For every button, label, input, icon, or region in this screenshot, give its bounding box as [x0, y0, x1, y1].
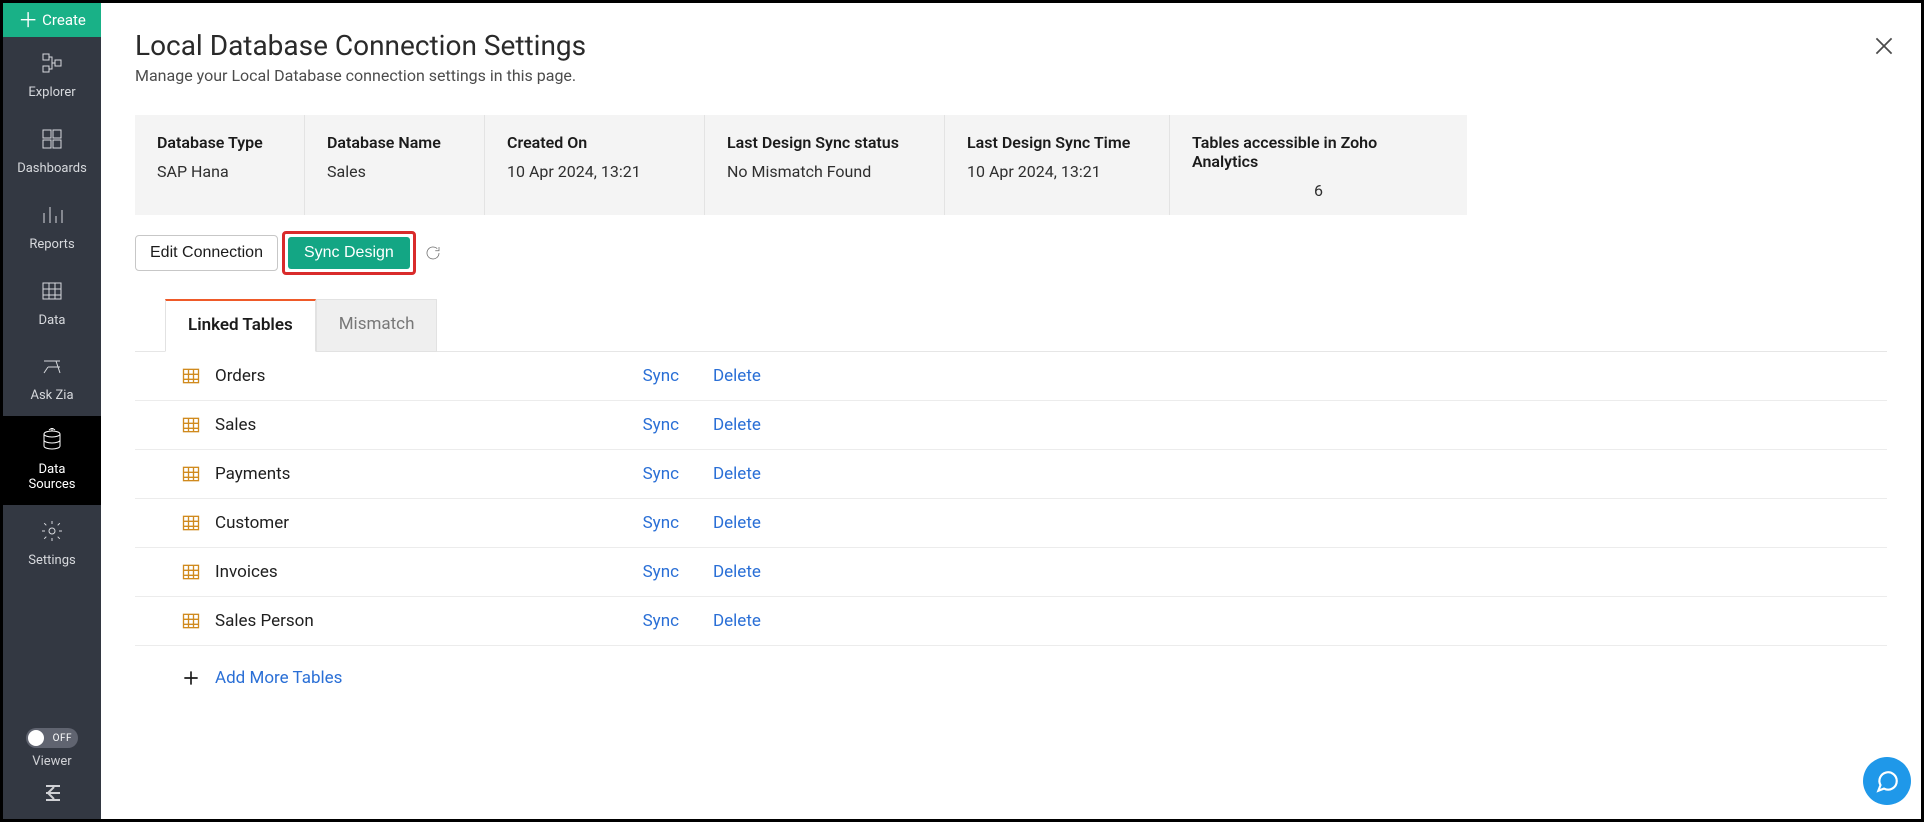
sidebar-item-label: Data Sources	[29, 463, 76, 493]
sidebar-item-label: Data	[39, 314, 66, 329]
collapse-sidebar-button[interactable]	[3, 783, 101, 819]
sidebar-item-reports[interactable]: Reports	[3, 189, 101, 265]
plus-icon: ＋	[18, 10, 38, 30]
sidebar-item-data-sources[interactable]: Data Sources	[3, 416, 101, 505]
create-button[interactable]: ＋ Create	[3, 3, 101, 37]
sidebar-item-ask-zia[interactable]: Ask Zia	[3, 341, 101, 417]
sync-link[interactable]: Sync	[619, 464, 679, 484]
sidebar-item-label: Dashboards	[17, 162, 87, 177]
sidebar: ＋ Create Explorer Dashboards Reports Dat…	[3, 3, 101, 819]
page-subtitle: Manage your Local Database connection se…	[135, 66, 1887, 85]
sidebar-item-label: Ask Zia	[30, 389, 73, 404]
sync-status-heading: Last Design Sync status	[727, 133, 922, 152]
sidebar-item-data[interactable]: Data	[3, 265, 101, 341]
dashboards-icon	[40, 127, 64, 156]
table-row: Sales Person Sync Delete	[135, 597, 1887, 646]
table-name: Customer	[215, 513, 605, 533]
sync-link[interactable]: Sync	[619, 415, 679, 435]
table-row: Payments Sync Delete	[135, 450, 1887, 499]
explorer-icon	[40, 51, 64, 80]
table-name: Payments	[215, 464, 605, 484]
create-label: Create	[42, 11, 86, 29]
tables-accessible-heading: Tables accessible in Zoho Analytics	[1192, 133, 1445, 171]
sidebar-item-label: Settings	[28, 554, 75, 569]
sidebar-item-dashboards[interactable]: Dashboards	[3, 113, 101, 189]
table-row: Orders Sync Delete	[135, 352, 1887, 401]
created-on-heading: Created On	[507, 133, 682, 152]
sync-link[interactable]: Sync	[619, 513, 679, 533]
db-name-value: Sales	[327, 162, 462, 181]
connection-info-bar: Database Type SAP Hana Database Name Sal…	[135, 115, 1467, 215]
db-type-value: SAP Hana	[157, 162, 282, 181]
chat-fab[interactable]	[1863, 757, 1911, 805]
tabs: Linked Tables Mismatch	[135, 299, 1887, 352]
delete-link[interactable]: Delete	[713, 513, 761, 533]
data-sources-icon	[40, 428, 64, 457]
sidebar-item-settings[interactable]: Settings	[3, 505, 101, 581]
delete-link[interactable]: Delete	[713, 464, 761, 484]
table-icon	[181, 611, 201, 631]
gear-icon	[40, 519, 64, 548]
page-title: Local Database Connection Settings	[135, 29, 1887, 62]
plus-icon	[181, 668, 201, 688]
delete-link[interactable]: Delete	[713, 562, 761, 582]
sidebar-item-label: Reports	[29, 238, 74, 253]
sync-link[interactable]: Sync	[619, 562, 679, 582]
toggle-label: OFF	[53, 733, 72, 744]
sync-time-heading: Last Design Sync Time	[967, 133, 1147, 152]
viewer-toggle[interactable]: OFF	[26, 728, 78, 748]
created-on-value: 10 Apr 2024, 13:21	[507, 162, 682, 181]
table-name: Orders	[215, 366, 605, 386]
close-button[interactable]	[1871, 33, 1897, 63]
add-more-tables-link[interactable]: Add More Tables	[215, 668, 342, 688]
linked-tables-list: Orders Sync Delete Sales Sync Delete Payments S…	[135, 351, 1887, 646]
main-panel: Local Database Connection Settings Manag…	[101, 3, 1921, 819]
db-name-heading: Database Name	[327, 133, 462, 152]
reports-icon	[40, 203, 64, 232]
sync-design-button[interactable]: Sync Design	[288, 237, 410, 269]
delete-link[interactable]: Delete	[713, 611, 761, 631]
delete-link[interactable]: Delete	[713, 415, 761, 435]
tab-mismatch[interactable]: Mismatch	[316, 299, 438, 352]
sync-link[interactable]: Sync	[619, 611, 679, 631]
table-icon	[181, 415, 201, 435]
sync-design-highlight: Sync Design	[282, 231, 416, 275]
edit-connection-button[interactable]: Edit Connection	[135, 235, 278, 271]
refresh-icon[interactable]	[424, 244, 442, 262]
data-icon	[40, 279, 64, 308]
table-row: Customer Sync Delete	[135, 499, 1887, 548]
table-name: Sales Person	[215, 611, 605, 631]
sync-time-value: 10 Apr 2024, 13:21	[967, 162, 1147, 181]
viewer-label: Viewer	[32, 754, 71, 769]
ask-zia-icon	[40, 355, 64, 384]
table-icon	[181, 366, 201, 386]
table-name: Sales	[215, 415, 605, 435]
table-icon	[181, 562, 201, 582]
delete-link[interactable]: Delete	[713, 366, 761, 386]
sidebar-item-label: Explorer	[28, 86, 75, 101]
table-icon	[181, 513, 201, 533]
viewer-mode: OFF Viewer	[3, 718, 101, 783]
table-row: Sales Sync Delete	[135, 401, 1887, 450]
sidebar-item-explorer[interactable]: Explorer	[3, 37, 101, 113]
table-row: Invoices Sync Delete	[135, 548, 1887, 597]
sync-status-value: No Mismatch Found	[727, 162, 922, 181]
sync-link[interactable]: Sync	[619, 366, 679, 386]
tables-accessible-value: 6	[1192, 181, 1445, 200]
table-icon	[181, 464, 201, 484]
tab-linked-tables[interactable]: Linked Tables	[165, 299, 316, 352]
db-type-heading: Database Type	[157, 133, 282, 152]
table-name: Invoices	[215, 562, 605, 582]
